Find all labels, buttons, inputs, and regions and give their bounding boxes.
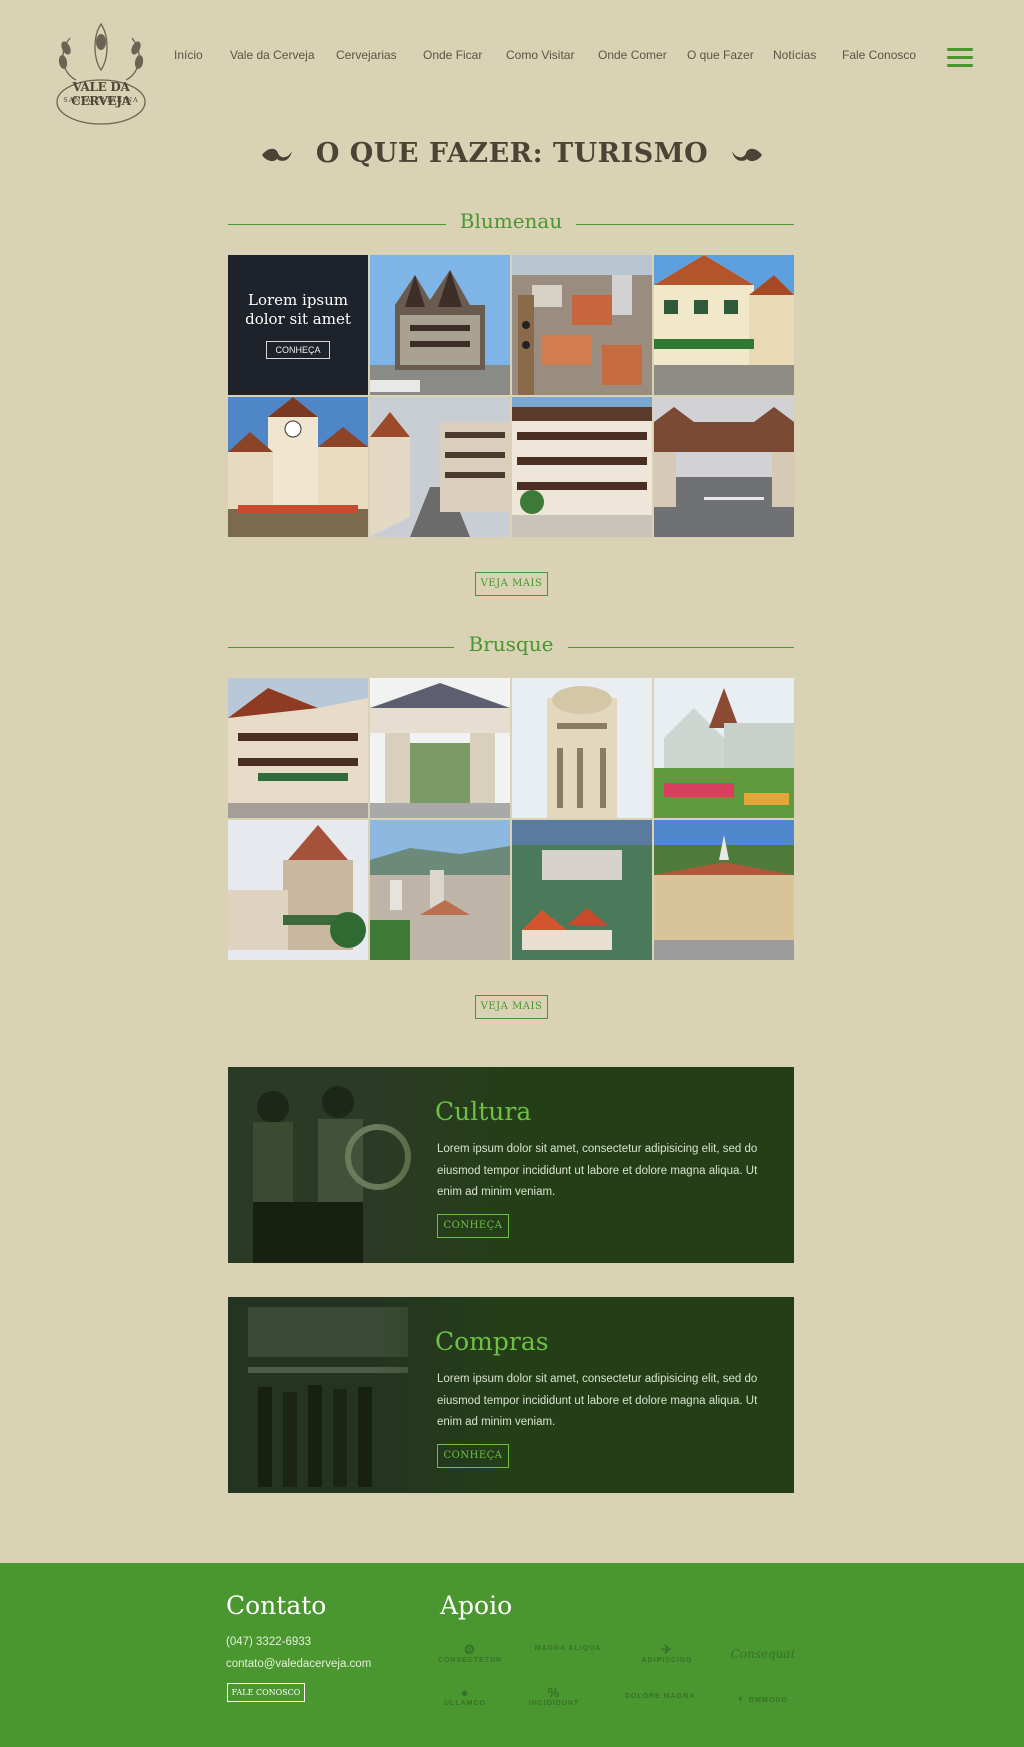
overlay-button[interactable]: CONHEÇA xyxy=(266,341,330,359)
hill-town-photo xyxy=(512,820,652,960)
timber-house-photo xyxy=(654,255,794,395)
photo-tile[interactable] xyxy=(370,255,510,395)
gate-arch-photo xyxy=(654,397,794,537)
timber-house-photo xyxy=(228,678,368,818)
photo-tile[interactable] xyxy=(512,397,652,537)
garden-building-photo xyxy=(654,678,794,818)
panel-button[interactable]: CONHEÇA xyxy=(437,1444,509,1468)
sponsor-logo[interactable]: Consequat xyxy=(723,1647,803,1675)
nav-item-inicio[interactable]: Início xyxy=(174,48,203,62)
historic-building-photo xyxy=(654,820,794,960)
sponsor-logo[interactable]: ✈ ADIPISCING xyxy=(627,1643,707,1671)
sponsor-logo[interactable]: ◐ OMMODO xyxy=(723,1693,803,1721)
contact-title: Contato xyxy=(226,1591,327,1620)
plane-icon: ✈ xyxy=(661,1642,673,1657)
nav-item-onde-comer[interactable]: Onde Comer xyxy=(598,48,667,62)
half-timber-building-photo xyxy=(512,397,652,537)
page-title: O QUE FAZER: TURISMO xyxy=(0,138,1024,169)
link-icon: % xyxy=(547,1685,561,1700)
photo-tile[interactable] xyxy=(654,255,794,395)
photo-tile[interactable] xyxy=(654,678,794,818)
feature-panel-cultura: Cultura Lorem ipsum dolor sit amet, cons… xyxy=(228,1067,794,1263)
site-logo[interactable]: VALE DA CERVEJA SANTA CATARINA xyxy=(48,18,154,128)
sponsor-logo[interactable]: % INCIDIDUNT xyxy=(514,1686,594,1714)
panel-button[interactable]: CONHEÇA xyxy=(437,1214,509,1238)
see-more-button[interactable]: VEJA MAIS xyxy=(475,572,548,596)
street-photo xyxy=(370,397,510,537)
photo-tile[interactable] xyxy=(370,397,510,537)
clock-tower-photo xyxy=(228,397,368,537)
nav-item-o-que-fazer[interactable]: O que Fazer xyxy=(687,48,754,62)
support-title: Apoio xyxy=(440,1591,513,1620)
contact-button[interactable]: FALE CONOSCO xyxy=(227,1683,305,1702)
nav-item-cervejarias[interactable]: Cervejarias xyxy=(336,48,397,62)
circle-icon: ● xyxy=(460,1685,470,1700)
photo-grid-brusque xyxy=(228,678,794,960)
panel-title: Compras xyxy=(435,1327,549,1356)
half-circle-icon: ◐ xyxy=(738,1693,746,1705)
section-title: Blumenau xyxy=(445,209,577,233)
photo-tile[interactable]: Lorem ipsum dolor sit amet CONHEÇA xyxy=(228,255,368,395)
logo-line2: SANTA CATARINA xyxy=(63,96,139,104)
sponsor-logo[interactable]: DOLORE MAGNA xyxy=(620,1693,700,1721)
ornament-right-icon xyxy=(732,148,763,161)
tower-house-photo xyxy=(228,820,368,960)
contact-email[interactable]: contato@valedacerveja.com xyxy=(226,1658,371,1670)
main-nav: Início Vale da Cerveja Cervejarias Onde … xyxy=(0,48,1024,68)
page-title-text: O QUE FAZER: TURISMO xyxy=(315,138,709,169)
photo-tile[interactable] xyxy=(654,820,794,960)
photo-tile[interactable] xyxy=(370,678,510,818)
photo-tile[interactable] xyxy=(228,397,368,537)
sponsor-logo[interactable]: ⚙ CONSECTETUR xyxy=(430,1643,510,1671)
nav-item-fale-conosco[interactable]: Fale Conosco xyxy=(842,48,916,62)
photo-tile[interactable] xyxy=(512,255,652,395)
sponsor-logo[interactable]: ● ULLAMCO xyxy=(425,1686,505,1714)
photo-tile[interactable] xyxy=(512,820,652,960)
panel-title: Cultura xyxy=(435,1097,532,1126)
contact-phone[interactable]: (047) 3322-6933 xyxy=(226,1636,311,1648)
sponsor-logo[interactable]: MAGNA ALIQUA xyxy=(528,1645,608,1673)
overlay-text: Lorem ipsum dolor sit amet xyxy=(245,291,351,328)
photo-tile[interactable] xyxy=(228,678,368,818)
nav-item-onde-ficar[interactable]: Onde Ficar xyxy=(423,48,482,62)
city-aerial-photo xyxy=(512,255,652,395)
photo-tile[interactable] xyxy=(654,397,794,537)
portico-photo xyxy=(370,678,510,818)
section-header-blumenau: Blumenau xyxy=(228,209,794,239)
photo-grid-blumenau: Lorem ipsum dolor sit amet CONHEÇA xyxy=(228,255,794,537)
nav-item-noticias[interactable]: Notícias xyxy=(773,48,816,62)
tile-overlay: Lorem ipsum dolor sit amet CONHEÇA xyxy=(228,255,368,395)
photo-tile[interactable] xyxy=(512,678,652,818)
photo-tile[interactable] xyxy=(228,820,368,960)
feature-panel-compras: Compras Lorem ipsum dolor sit amet, cons… xyxy=(228,1297,794,1493)
section-title: Brusque xyxy=(454,632,568,656)
logo-emblem-icon xyxy=(56,22,146,125)
menu-hamburger-icon[interactable] xyxy=(947,48,973,68)
section-header-brusque: Brusque xyxy=(228,632,794,662)
nav-item-vale-da-cerveja[interactable]: Vale da Cerveja xyxy=(230,48,315,62)
panel-text: Lorem ipsum dolor sit amet, consectetur … xyxy=(437,1373,758,1428)
nav-item-como-visitar[interactable]: Como Visitar xyxy=(506,48,574,62)
footer: Contato (047) 3322-6933 contato@valedace… xyxy=(0,1563,1024,1747)
city-view-photo xyxy=(370,820,510,960)
building-photo xyxy=(370,255,510,395)
ornament-left-icon xyxy=(261,148,292,161)
church-tower-photo xyxy=(512,678,652,818)
see-more-button[interactable]: VEJA MAIS xyxy=(475,995,548,1019)
bicycle-icon: ⚙ xyxy=(463,1642,477,1657)
photo-tile[interactable] xyxy=(370,820,510,960)
panel-text: Lorem ipsum dolor sit amet, consectetur … xyxy=(437,1143,758,1198)
